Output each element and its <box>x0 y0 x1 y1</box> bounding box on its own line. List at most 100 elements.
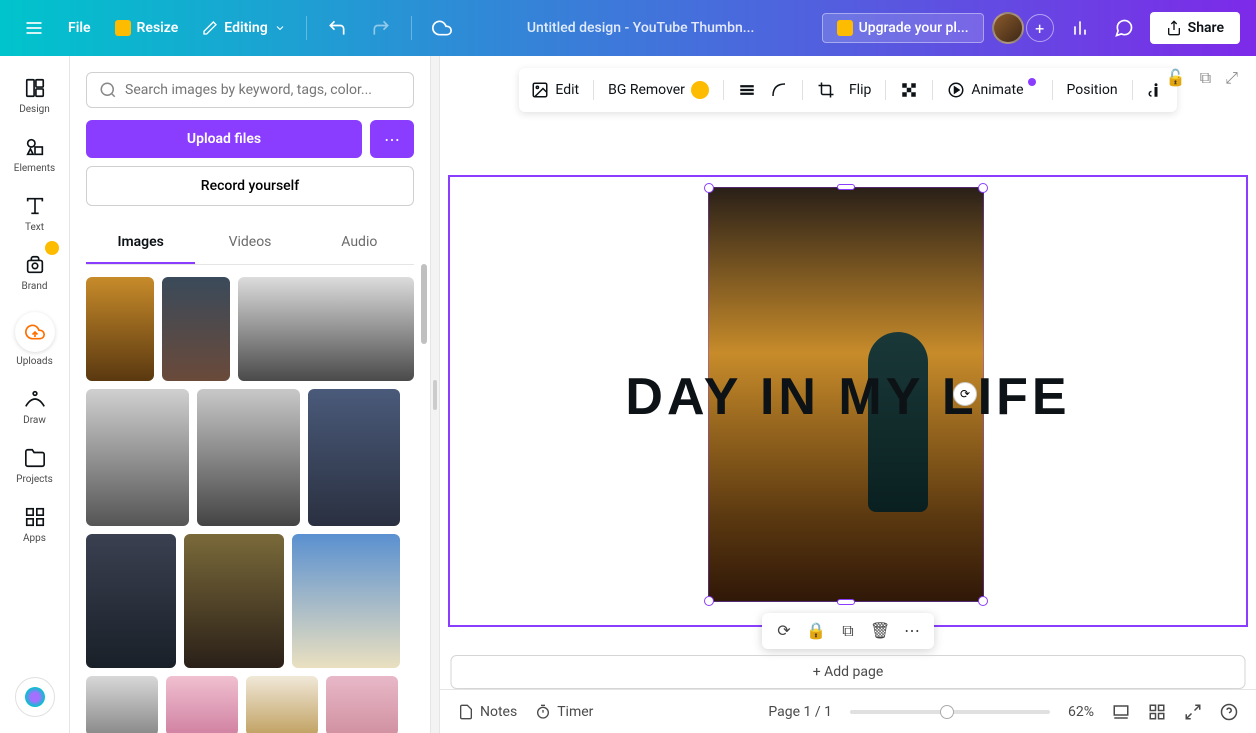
regen-button[interactable]: ⟳ <box>774 621 794 641</box>
corner-button[interactable] <box>770 81 788 99</box>
text-icon <box>23 194 47 218</box>
rail-text[interactable]: Text <box>5 186 65 241</box>
lock-button[interactable]: 🔒 <box>806 621 826 641</box>
pencil-icon <box>202 20 218 36</box>
gallery-thumb[interactable] <box>197 389 300 526</box>
view-thumbs-button[interactable] <box>1148 703 1166 721</box>
chevron-down-icon <box>274 22 286 34</box>
expand-icon[interactable]: ⤢ <box>1225 68 1238 88</box>
lines-button[interactable] <box>738 81 756 99</box>
undo-button[interactable] <box>319 10 355 46</box>
resize-handle[interactable] <box>704 183 714 193</box>
editing-dropdown[interactable]: Editing <box>194 14 293 42</box>
more-info-button[interactable] <box>1147 81 1165 99</box>
magic-button[interactable] <box>15 677 55 717</box>
gallery-thumb[interactable] <box>162 277 230 381</box>
gallery-thumb[interactable] <box>184 534 284 668</box>
user-avatar[interactable] <box>992 12 1024 44</box>
separator <box>593 80 594 100</box>
document-title[interactable]: Untitled design - YouTube Thumbn... <box>468 20 814 36</box>
canvas-stage[interactable]: ⟳ DAY IN MY LIFE <box>440 112 1256 689</box>
resize-handle[interactable] <box>978 183 988 193</box>
shapes-icon <box>23 135 47 159</box>
duplicate-icon[interactable]: ⧉ <box>1200 68 1211 88</box>
lock-icon[interactable]: 🔓 <box>1166 68 1186 88</box>
view-grid-button[interactable] <box>1112 703 1130 721</box>
resize-button[interactable]: Resize <box>107 14 187 42</box>
resize-handle[interactable] <box>978 596 988 606</box>
search-input[interactable] <box>125 82 401 98</box>
gallery-thumb[interactable] <box>166 676 238 733</box>
gallery-thumb[interactable] <box>86 277 154 381</box>
footer-bar: Notes Timer Page 1 / 1 62% <box>440 689 1256 733</box>
lines-icon <box>738 81 756 99</box>
menu-button[interactable] <box>16 10 52 46</box>
editing-label: Editing <box>224 20 267 36</box>
transparency-button[interactable] <box>900 81 918 99</box>
fullscreen-button[interactable] <box>1184 703 1202 721</box>
bg-remover-button[interactable]: BG Remover <box>608 81 709 99</box>
zoom-slider[interactable] <box>850 710 1050 714</box>
divider <box>411 16 412 40</box>
comment-button[interactable] <box>1106 10 1142 46</box>
rail-elements[interactable]: Elements <box>5 127 65 182</box>
gallery-thumb[interactable] <box>292 534 400 668</box>
folder-icon <box>23 446 47 470</box>
sparkle-icon <box>25 687 45 707</box>
add-member-button[interactable]: + <box>1026 14 1054 42</box>
upload-files-button[interactable]: Upload files <box>86 120 362 158</box>
flip-button[interactable]: Flip <box>849 82 871 98</box>
more-button[interactable]: ⋯ <box>902 621 922 641</box>
delete-button[interactable]: 🗑 <box>870 621 890 641</box>
share-button[interactable]: Share <box>1150 12 1240 44</box>
panel-collapse-handle[interactable] <box>430 56 440 733</box>
slideshow-icon <box>1112 703 1130 721</box>
help-button[interactable] <box>1220 703 1238 721</box>
panel-scrollbar[interactable] <box>421 264 427 344</box>
position-button[interactable]: Position <box>1067 82 1118 98</box>
gallery-thumb[interactable] <box>246 676 318 733</box>
gallery-thumb[interactable] <box>326 676 398 733</box>
resize-handle[interactable] <box>704 596 714 606</box>
rail-apps[interactable]: Apps <box>5 497 65 552</box>
rail-design[interactable]: Design <box>5 68 65 123</box>
rail-draw[interactable]: Draw <box>5 379 65 434</box>
insights-button[interactable] <box>1062 10 1098 46</box>
canvas-text[interactable]: DAY IN MY LIFE <box>450 367 1246 427</box>
separator <box>1132 80 1133 100</box>
rail-brand[interactable]: Brand <box>5 245 65 300</box>
upload-more-button[interactable]: ⋯ <box>370 120 414 158</box>
resize-handle[interactable] <box>837 184 855 190</box>
search-bar[interactable] <box>86 72 414 108</box>
gallery-thumb[interactable] <box>86 389 189 526</box>
tab-audio[interactable]: Audio <box>305 224 414 264</box>
transparency-icon <box>900 81 918 99</box>
zoom-value[interactable]: 62% <box>1068 704 1094 720</box>
notes-button[interactable]: Notes <box>458 704 517 720</box>
edit-image-button[interactable]: Edit <box>531 81 579 99</box>
record-yourself-button[interactable]: Record yourself <box>86 166 414 206</box>
redo-button[interactable] <box>363 10 399 46</box>
corner-icon <box>770 81 788 99</box>
cloud-sync-icon[interactable] <box>424 10 460 46</box>
tab-images[interactable]: Images <box>86 224 195 264</box>
gallery-thumb[interactable] <box>86 676 158 733</box>
crop-button[interactable] <box>817 81 835 99</box>
gallery-thumb[interactable] <box>238 277 414 381</box>
copy-button[interactable]: ⧉ <box>838 621 858 641</box>
crown-icon <box>691 81 709 99</box>
rail-uploads[interactable]: Uploads <box>5 304 65 375</box>
rail-label: Draw <box>23 415 46 426</box>
upgrade-button[interactable]: Upgrade your pl... <box>822 13 984 43</box>
gallery-thumb[interactable] <box>86 534 176 668</box>
resize-handle[interactable] <box>837 599 855 605</box>
gallery-thumb[interactable] <box>308 389 400 526</box>
tab-videos[interactable]: Videos <box>195 224 304 264</box>
animate-button[interactable]: Animate <box>947 81 1037 99</box>
design-page[interactable]: ⟳ DAY IN MY LIFE <box>448 175 1248 627</box>
rail-projects[interactable]: Projects <box>5 438 65 493</box>
timer-button[interactable]: Timer <box>535 704 593 720</box>
add-page-button[interactable]: + Add page <box>451 655 1246 689</box>
zoom-handle[interactable] <box>940 705 954 719</box>
file-menu[interactable]: File <box>60 14 99 42</box>
